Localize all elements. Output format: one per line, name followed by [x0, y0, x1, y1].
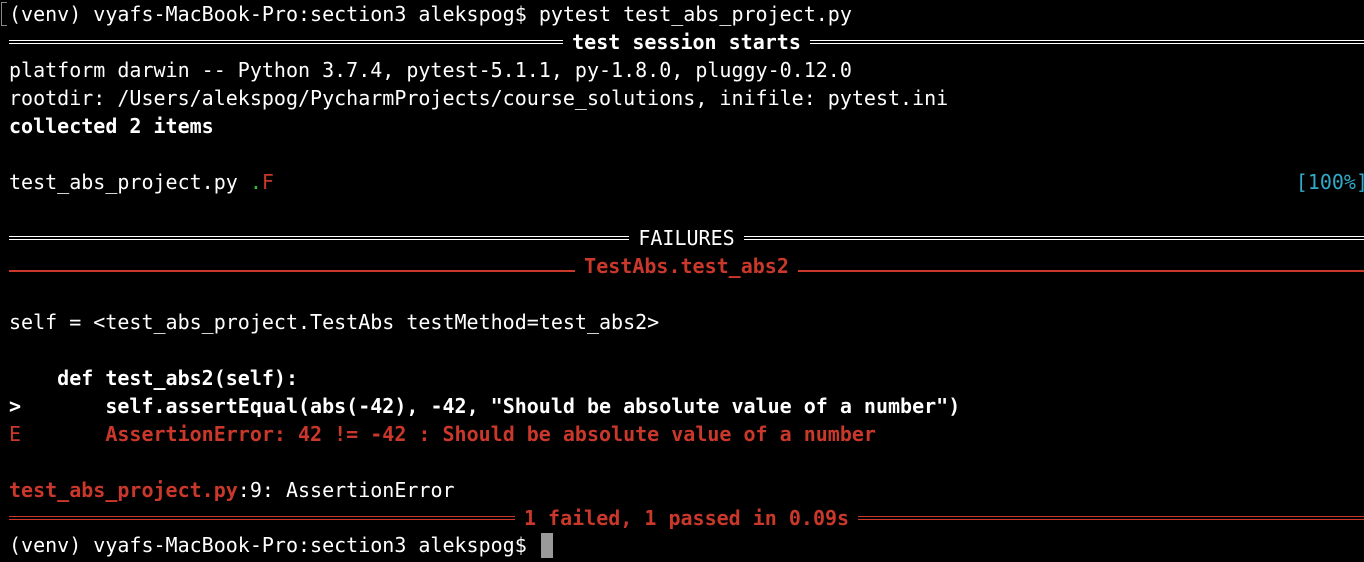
session-start-label: test session starts	[572, 30, 801, 54]
session-start-separator: test session starts	[9, 30, 1364, 54]
summary-separator: 1 failed, 1 passed in 0.09s	[9, 506, 1364, 530]
separator-rule-right	[809, 40, 1364, 44]
separator-rule-left	[9, 236, 630, 240]
assert-line: > self.assertEqual(abs(-42), -42, "Shoul…	[9, 394, 960, 418]
pass-mark: .	[249, 170, 262, 194]
fail-mark: F	[261, 170, 274, 194]
separator-rule-left	[9, 270, 576, 272]
platform-line: platform darwin -- Python 3.7.4, pytest-…	[9, 58, 852, 82]
rootdir-line: rootdir: /Users/alekspog/PycharmProjects…	[9, 86, 949, 110]
failures-separator: FAILURES	[9, 226, 1364, 250]
separator-rule-right	[797, 270, 1364, 272]
results-file: test_abs_project.py	[9, 170, 250, 194]
results-line: test_abs_project.py .F	[9, 170, 274, 194]
progress-percent: [100%]	[1295, 170, 1364, 194]
collected-line: collected 2 items	[9, 114, 214, 138]
assert-code: self.assertEqual(abs(-42), -42, "Should …	[21, 394, 961, 418]
def-line: def test_abs2(self):	[9, 366, 298, 390]
command-text: pytest test_abs_project.py	[538, 2, 852, 26]
separator-rule-left	[9, 516, 515, 520]
location-line: test_abs_project.py:9: AssertionError	[9, 478, 455, 502]
separator-rule-right	[858, 516, 1364, 520]
location-file: test_abs_project.py	[9, 478, 238, 502]
summary-label: 1 failed, 1 passed in 0.09s	[523, 506, 850, 530]
failures-label: FAILURES	[638, 226, 735, 250]
error-message: AssertionError: 42 != -42 : Should be ab…	[21, 422, 876, 446]
cursor-icon	[540, 533, 553, 558]
failed-test-name: TestAbs.test_abs2	[584, 254, 789, 278]
error-marker: E	[9, 422, 22, 446]
failed-test-separator: TestAbs.test_abs2	[9, 254, 1364, 278]
self-line: self = <test_abs_project.TestAbs testMet…	[9, 310, 660, 334]
selection-bracket-icon	[1, 2, 7, 26]
command-line: (venv) vyafs-MacBook-Pro:section3 aleksp…	[9, 2, 852, 26]
terminal-window[interactable]: (venv) vyafs-MacBook-Pro:section3 aleksp…	[0, 0, 1364, 562]
final-prompt: (venv) vyafs-MacBook-Pro:section3 aleksp…	[9, 533, 539, 557]
prompt: (venv) vyafs-MacBook-Pro:section3 aleksp…	[9, 2, 539, 26]
error-line: E AssertionError: 42 != -42 : Should be …	[9, 422, 876, 446]
separator-rule-right	[743, 236, 1364, 240]
location-rest: :9: AssertionError	[237, 478, 455, 502]
separator-rule-left	[9, 40, 564, 44]
final-prompt-line[interactable]: (venv) vyafs-MacBook-Pro:section3 aleksp…	[9, 533, 553, 560]
arrow-marker: >	[9, 394, 22, 418]
